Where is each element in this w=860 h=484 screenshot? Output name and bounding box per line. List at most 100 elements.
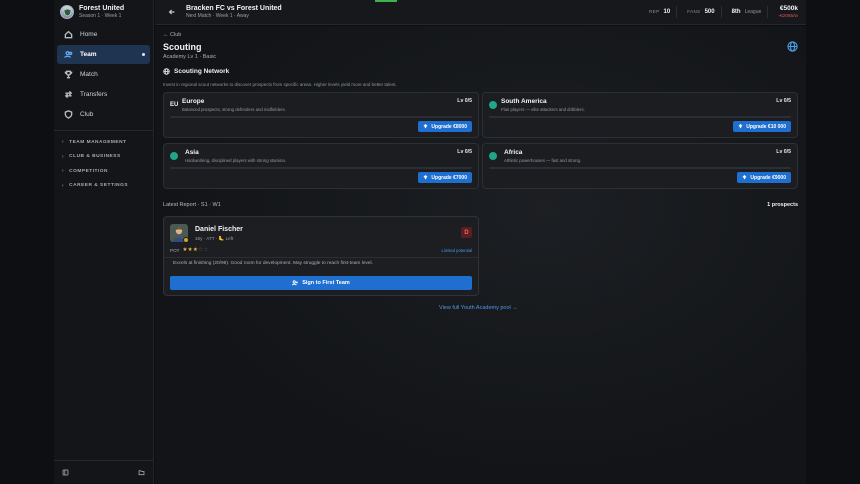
league-label: League: [744, 9, 762, 15]
upgrade-south-america-button[interactable]: Upgrade €10 000: [733, 121, 791, 132]
player-meta: 16y · ATT · 🦶 Left: [195, 236, 234, 241]
region-name: Asia: [185, 149, 199, 156]
upgrade-label: Upgrade €10 000: [746, 123, 786, 130]
region-name: South America: [501, 98, 547, 105]
region-progress-bar: [170, 167, 472, 169]
region-globe-icon: [170, 152, 178, 160]
sign-label: Sign to First Team: [302, 280, 350, 286]
group-competition[interactable]: › COMPETITION: [54, 164, 153, 179]
nav-divider: [54, 130, 153, 131]
nav-item-label: Club: [80, 111, 94, 118]
rep-label: REP: [649, 9, 660, 14]
upgrade-label: Upgrade €7000: [431, 174, 467, 181]
region-globe-icon: [489, 152, 497, 160]
player-name[interactable]: Daniel Fischer: [195, 226, 243, 233]
rep-value: 10: [663, 9, 671, 15]
nav-item-match[interactable]: Match: [57, 65, 150, 84]
main-nav: Home Team Match Transfers Club: [54, 24, 153, 125]
left-gutter: [0, 0, 54, 484]
right-gutter: [806, 0, 860, 484]
chevron-right-icon: ›: [62, 153, 65, 160]
back-button[interactable]: [165, 5, 179, 19]
finances[interactable]: €500k -€2065/w: [778, 5, 798, 20]
globe-icon[interactable]: [787, 41, 798, 52]
nav-item-label: Match: [80, 71, 98, 78]
scout-note: Excels at finishing (20/99). Good room f…: [173, 261, 373, 266]
match-subtitle: Next Match · Week 1 · Away: [186, 13, 249, 19]
fans-label: FANS: [687, 9, 701, 14]
region-level: Lv 0/5: [776, 149, 791, 155]
weekly-change: -€2065/w: [778, 13, 798, 19]
club-season: Season 1 · Week 1: [79, 12, 122, 19]
prospect-count: 1 prospects: [767, 202, 798, 208]
nav-item-team[interactable]: Team: [57, 45, 150, 64]
sidebar-footer: [54, 460, 153, 484]
main-content: ← Club Scouting Academy Lv 1 · Basic Sco…: [155, 26, 806, 484]
region-progress-bar: [489, 116, 791, 118]
card-divider: [164, 257, 478, 258]
arrow-up-icon: [738, 124, 743, 129]
stars-filled: ★★★: [182, 247, 199, 253]
region-progress-bar: [489, 167, 791, 169]
region-card-europe: EU Europe Balanced prospects, strong def…: [163, 92, 479, 138]
upgrade-label: Upgrade €8000: [431, 123, 467, 130]
chevron-right-icon: ›: [62, 168, 65, 175]
panel-toggle-icon[interactable]: [62, 469, 69, 476]
region-description: Hardworking, disciplined players with st…: [185, 158, 287, 163]
upgrade-asia-button[interactable]: Upgrade €7000: [418, 172, 472, 183]
region-card-south-america: South America Flair players — elite atta…: [482, 92, 798, 138]
potential-label: Limited potential: [441, 248, 473, 253]
prospect-card: Daniel Fischer 16y · ATT · 🦶 Left D POT …: [163, 216, 479, 296]
top-accent: [375, 0, 397, 2]
globe-icon: [163, 68, 170, 75]
region-description: Flair players — elite attackers and drib…: [501, 107, 585, 112]
next-match-info[interactable]: Bracken FC vs Forest United Next Match ·…: [186, 4, 282, 20]
group-label: TEAM MANAGEMENT: [69, 139, 127, 145]
section-title: Scouting Network: [174, 68, 230, 75]
fans-stat: FANS 500: [681, 6, 722, 18]
chevron-right-icon: ›: [62, 182, 65, 189]
nav-item-home[interactable]: Home: [57, 25, 150, 44]
club-stats: REP 10 FANS 500 8th League €500k -€2065/…: [643, 5, 798, 20]
region-name: Europe: [182, 98, 205, 105]
sidebar: Forest United Season 1 · Week 1 Home Tea…: [54, 0, 154, 484]
league-position-stat: 8th League: [726, 6, 769, 18]
nav-item-transfers[interactable]: Transfers: [57, 85, 150, 104]
group-team-management[interactable]: › TEAM MANAGEMENT: [54, 135, 153, 150]
group-club-business[interactable]: › CLUB & BUSINESS: [54, 150, 153, 165]
group-label: COMPETITION: [69, 168, 108, 174]
club-header[interactable]: Forest United Season 1 · Week 1: [54, 0, 153, 24]
region-code: EU: [170, 102, 179, 108]
trophy-icon: [64, 70, 73, 79]
active-dot: [142, 53, 145, 56]
transfers-icon: [64, 90, 73, 99]
region-globe-icon: [489, 101, 497, 109]
sign-first-team-button[interactable]: Sign to First Team: [170, 276, 472, 290]
upgrade-europe-button[interactable]: Upgrade €8000: [418, 121, 472, 132]
match-title: Bracken FC vs Forest United: [186, 5, 282, 12]
arrow-up-icon: [423, 175, 428, 180]
breadcrumb[interactable]: ← Club: [163, 32, 181, 38]
region-card-asia: Asia Hardworking, disciplined players wi…: [163, 143, 479, 189]
upgrade-label: Upgrade €9000: [750, 174, 786, 181]
region-progress-bar: [170, 116, 472, 118]
chevron-right-icon: ›: [62, 139, 65, 146]
rep-stat: REP 10: [643, 6, 678, 18]
league-position: 8th: [731, 9, 741, 15]
upgrade-africa-button[interactable]: Upgrade €9000: [737, 172, 791, 183]
section-description: Invest in regional scout networks to dis…: [163, 82, 397, 87]
academy-badge-icon: [183, 237, 189, 243]
nav-item-club[interactable]: Club: [57, 105, 150, 124]
club-name: Forest United: [79, 4, 125, 12]
home-icon: [64, 30, 73, 39]
arrow-up-icon: [742, 175, 747, 180]
nav-item-label: Transfers: [80, 91, 108, 98]
view-academy-pool-link[interactable]: View full Youth Academy pool →: [439, 305, 518, 311]
group-career-settings[interactable]: › CAREER & SETTINGS: [54, 179, 153, 194]
region-level: Lv 0/5: [457, 149, 472, 155]
region-level: Lv 0/5: [457, 98, 472, 104]
folder-icon[interactable]: [138, 469, 145, 476]
section-header: Scouting Network: [163, 68, 229, 75]
latest-report-label: Latest Report · S1 · W1: [163, 202, 221, 208]
nav-item-label: Team: [80, 51, 97, 58]
